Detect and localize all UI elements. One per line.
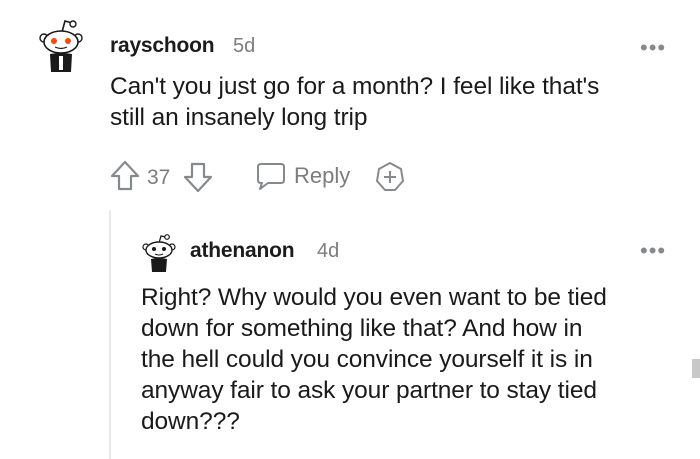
avatar[interactable] bbox=[38, 18, 84, 74]
downvote-button[interactable] bbox=[183, 161, 213, 198]
reply-label: Reply bbox=[294, 163, 351, 188]
downvote-icon bbox=[183, 162, 213, 193]
comment-bubble-icon bbox=[257, 163, 285, 190]
more-options-icon[interactable]: ••• bbox=[640, 37, 666, 59]
comment-body-line: Right? Why would you even want to be tie… bbox=[141, 284, 607, 311]
more-options-icon[interactable]: ••• bbox=[640, 240, 666, 262]
upvote-button[interactable] bbox=[110, 160, 140, 197]
comment-body-line: anyway fair to ask your partner to stay … bbox=[141, 377, 597, 404]
vote-count: 37 bbox=[147, 166, 171, 189]
avatar[interactable] bbox=[141, 233, 177, 273]
comment-body-line: Can't you just go for a month? I feel li… bbox=[110, 73, 600, 100]
comment-author[interactable]: athenanon bbox=[190, 239, 295, 263]
comment-age: 5d bbox=[233, 35, 256, 57]
reply-button[interactable]: Reply bbox=[255, 161, 350, 191]
snoo-avatar-icon bbox=[39, 20, 83, 72]
scrollbar-thumb[interactable] bbox=[692, 359, 700, 378]
snoo-avatar-icon bbox=[142, 234, 176, 272]
comment-body-line: down??? bbox=[141, 408, 240, 435]
comment-body: Right? Why would you even want to be tie… bbox=[141, 282, 691, 437]
comment-age: 4d bbox=[317, 240, 340, 262]
comment-body-line: down for something like that? And how in bbox=[141, 315, 583, 342]
award-icon bbox=[376, 162, 404, 191]
comment-body-line: the hell could you convince yourself it … bbox=[141, 346, 593, 373]
upvote-icon bbox=[110, 160, 140, 191]
comment-body-line: still an insanely long trip bbox=[110, 104, 368, 131]
award-button[interactable] bbox=[373, 161, 407, 198]
comment-body: Can't you just go for a month? I feel li… bbox=[110, 71, 680, 133]
thread-line[interactable] bbox=[109, 210, 111, 459]
comment-author[interactable]: rayschoon bbox=[110, 34, 215, 58]
